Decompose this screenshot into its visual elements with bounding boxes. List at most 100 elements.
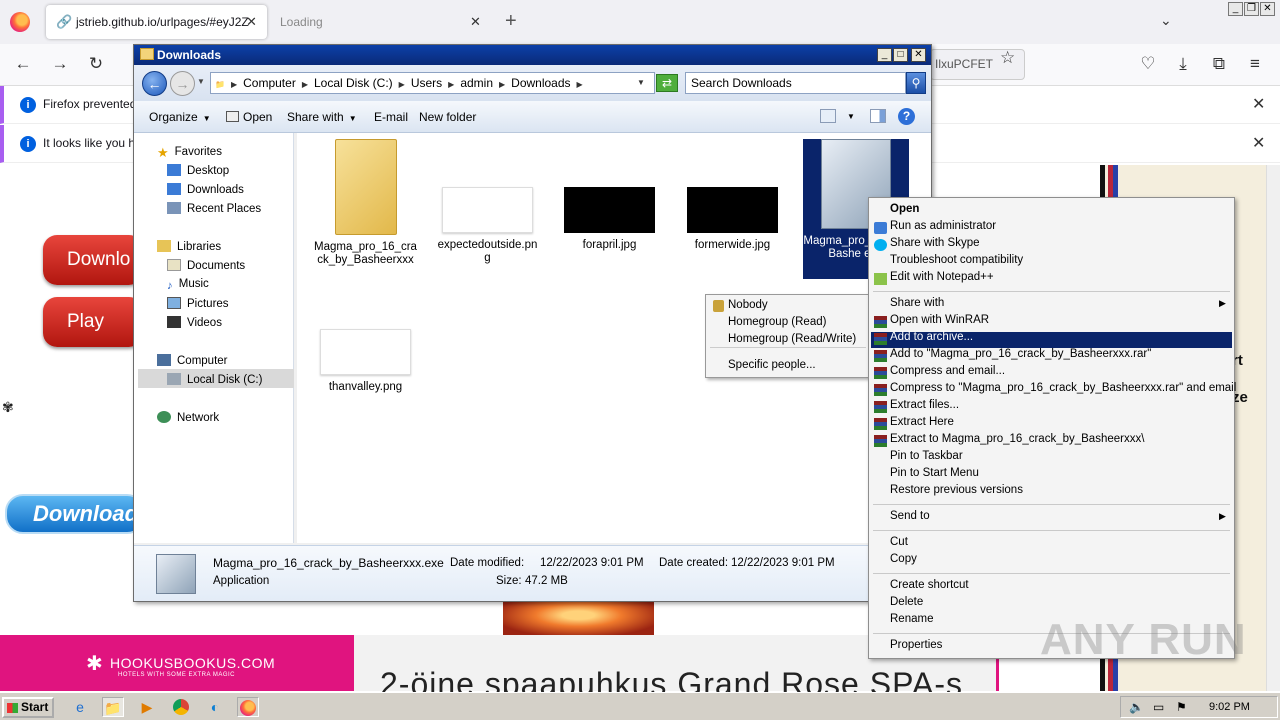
new-tab-button[interactable]: + bbox=[505, 10, 517, 33]
chevron-right-icon[interactable]: ▶ bbox=[499, 80, 505, 89]
menu-item-share-with[interactable]: Share with bbox=[890, 297, 944, 309]
menu-item-compress-rar-email[interactable]: Compress to "Magma_pro_16_crack_by_Bashe… bbox=[890, 382, 1236, 394]
menu-item-add-to-archive[interactable]: Add to archive... bbox=[890, 331, 973, 343]
breadcrumb-item[interactable]: admin bbox=[460, 76, 493, 90]
nav-recent-places[interactable]: Recent Places bbox=[167, 202, 261, 215]
download-icon[interactable]: ⤓ bbox=[1172, 54, 1194, 74]
open-button[interactable]: Open bbox=[226, 110, 272, 124]
file-item[interactable]: expectedoutside.png bbox=[435, 139, 540, 265]
view-icon[interactable] bbox=[820, 109, 836, 123]
nav-computer[interactable]: Computer bbox=[157, 354, 228, 367]
menu-item-nobody[interactable]: Nobody bbox=[728, 299, 768, 311]
forward-arrow-icon[interactable]: → bbox=[170, 71, 195, 96]
start-button[interactable]: Start bbox=[2, 697, 54, 718]
back-arrow-icon[interactable]: ← bbox=[12, 54, 34, 74]
menu-item-properties[interactable]: Properties bbox=[890, 639, 942, 651]
page-scrollbar[interactable] bbox=[1266, 165, 1280, 691]
help-icon[interactable]: ? bbox=[898, 108, 915, 125]
address-bar[interactable]: 📁 ▶ Computer ▶ Local Disk (C:) ▶ Users ▶ admin ▶ D… bbox=[210, 72, 655, 94]
menu-item-homegroup-read[interactable]: Homegroup (Read) bbox=[728, 316, 826, 328]
close-button[interactable]: ✕ bbox=[911, 48, 926, 62]
menu-item-open[interactable]: Open bbox=[890, 203, 919, 215]
close-icon[interactable]: ✕ bbox=[1252, 94, 1265, 114]
menu-item-pin-start[interactable]: Pin to Start Menu bbox=[890, 467, 979, 479]
clock[interactable]: 9:02 PM bbox=[1209, 701, 1250, 713]
tab-loading[interactable]: Loading ✕ bbox=[268, 5, 488, 39]
preview-pane-icon[interactable] bbox=[870, 109, 886, 123]
file-item[interactable]: Magma_pro_16_crack_by_Basheerxxx bbox=[313, 139, 418, 267]
menu-item-copy[interactable]: Copy bbox=[890, 553, 917, 565]
back-arrow-icon[interactable]: ← bbox=[142, 71, 167, 96]
menu-item-pin-taskbar[interactable]: Pin to Taskbar bbox=[890, 450, 963, 462]
menu-item-open-winrar[interactable]: Open with WinRAR bbox=[890, 314, 989, 326]
menu-item-rename[interactable]: Rename bbox=[890, 613, 933, 625]
download-blue-button[interactable]: Download bbox=[5, 494, 145, 534]
file-item[interactable]: thanvalley.png bbox=[313, 329, 418, 394]
history-dropdown-icon[interactable]: ▼ bbox=[197, 77, 205, 86]
firefox-logo-icon[interactable] bbox=[10, 12, 30, 32]
breadcrumb-item[interactable]: Local Disk (C:) bbox=[314, 76, 393, 90]
menu-item-restore-versions[interactable]: Restore previous versions bbox=[890, 484, 1023, 496]
firefox-taskbar-icon[interactable] bbox=[237, 697, 259, 717]
breadcrumb-item[interactable]: Downloads bbox=[511, 76, 570, 90]
address-dropdown-icon[interactable]: ▼ bbox=[637, 78, 645, 87]
tab-urlpages[interactable]: 🔗 jstrieb.github.io/urlpages/#eyJ2Z ✕ bbox=[46, 5, 267, 39]
menu-item-extract-files[interactable]: Extract files... bbox=[890, 399, 959, 411]
menu-item-cut[interactable]: Cut bbox=[890, 536, 908, 548]
tab-close-icon[interactable]: ✕ bbox=[470, 5, 481, 39]
reload-icon[interactable]: ↻ bbox=[85, 54, 107, 74]
search-icon[interactable]: ⚲ bbox=[906, 72, 926, 94]
close-icon[interactable]: ✕ bbox=[1252, 133, 1265, 153]
explorer-titlebar[interactable]: Downloads _ □ ✕ bbox=[134, 45, 931, 65]
nav-documents[interactable]: Documents bbox=[167, 259, 245, 272]
menu-item-run-as-admin[interactable]: Run as administrator bbox=[890, 220, 996, 232]
menu-item-extract-here[interactable]: Extract Here bbox=[890, 416, 954, 428]
download-ad-button[interactable]: Downlo bbox=[43, 235, 143, 285]
extensions-icon[interactable]: ⧉ bbox=[1208, 54, 1230, 74]
file-item[interactable]: formerwide.jpg bbox=[680, 139, 785, 252]
tab-close-icon[interactable]: ✕ bbox=[246, 5, 257, 39]
internet-explorer-icon[interactable]: e bbox=[69, 697, 91, 717]
new-folder-button[interactable]: New folder bbox=[419, 110, 476, 124]
organize-button[interactable]: Organize ▼ bbox=[149, 110, 211, 124]
chevron-down-icon[interactable]: ▼ bbox=[847, 112, 855, 121]
volume-icon[interactable]: 🔈 bbox=[1129, 700, 1144, 714]
menu-item-delete[interactable]: Delete bbox=[890, 596, 923, 608]
chevron-right-icon[interactable]: ▶ bbox=[448, 80, 454, 89]
forward-arrow-icon[interactable]: → bbox=[49, 54, 71, 74]
media-player-icon[interactable]: ▶ bbox=[136, 697, 158, 717]
menu-item-edit-notepadpp[interactable]: Edit with Notepad++ bbox=[890, 271, 994, 283]
pocket-icon[interactable]: ♡ bbox=[1137, 54, 1159, 74]
menu-item-compress-email[interactable]: Compress and email... bbox=[890, 365, 1005, 377]
nav-favorites[interactable]: ★ Favorites bbox=[157, 145, 222, 161]
menu-item-add-to-rar[interactable]: Add to "Magma_pro_16_crack_by_Basheerxxx… bbox=[890, 348, 1151, 360]
share-with-button[interactable]: Share with ▼ bbox=[287, 110, 357, 124]
edge-icon[interactable]: ◐ bbox=[204, 697, 226, 717]
search-input[interactable]: Search Downloads bbox=[685, 72, 906, 94]
nav-pictures[interactable]: Pictures bbox=[167, 297, 229, 310]
minimize-button[interactable]: _ bbox=[1228, 2, 1243, 16]
menu-item-specific-people[interactable]: Specific people... bbox=[728, 359, 816, 371]
nav-videos[interactable]: Videos bbox=[167, 316, 222, 329]
breadcrumb-item[interactable]: Computer bbox=[243, 76, 296, 90]
bookmark-star-icon[interactable]: ☆ bbox=[1000, 48, 1015, 68]
action-center-flag-icon[interactable]: ⚑ bbox=[1176, 700, 1187, 714]
file-item[interactable]: forapril.jpg bbox=[557, 139, 662, 252]
menu-item-share-skype[interactable]: Share with Skype bbox=[890, 237, 980, 249]
play-ad-button[interactable]: Play bbox=[43, 297, 143, 347]
close-button[interactable]: ✕ bbox=[1260, 2, 1275, 16]
menu-item-troubleshoot[interactable]: Troubleshoot compatibility bbox=[890, 254, 1023, 266]
nav-network[interactable]: Network bbox=[157, 411, 219, 424]
menu-icon[interactable]: ≡ bbox=[1244, 54, 1266, 74]
refresh-icon[interactable]: ⇄ bbox=[656, 74, 678, 92]
breadcrumb-item[interactable]: Users bbox=[411, 76, 442, 90]
nav-music[interactable]: ♪ Music bbox=[167, 278, 209, 292]
explorer-taskbar-icon[interactable]: 📁 bbox=[102, 697, 124, 717]
network-tray-icon[interactable]: ▭ bbox=[1153, 700, 1164, 714]
menu-item-extract-to[interactable]: Extract to Magma_pro_16_crack_by_Basheer… bbox=[890, 433, 1144, 445]
menu-item-send-to[interactable]: Send to bbox=[890, 510, 930, 522]
restore-button[interactable]: ❐ bbox=[1244, 2, 1259, 16]
nav-desktop[interactable]: Desktop bbox=[167, 164, 229, 177]
chevron-right-icon[interactable]: ▶ bbox=[302, 80, 308, 89]
minimize-button[interactable]: _ bbox=[877, 48, 892, 62]
